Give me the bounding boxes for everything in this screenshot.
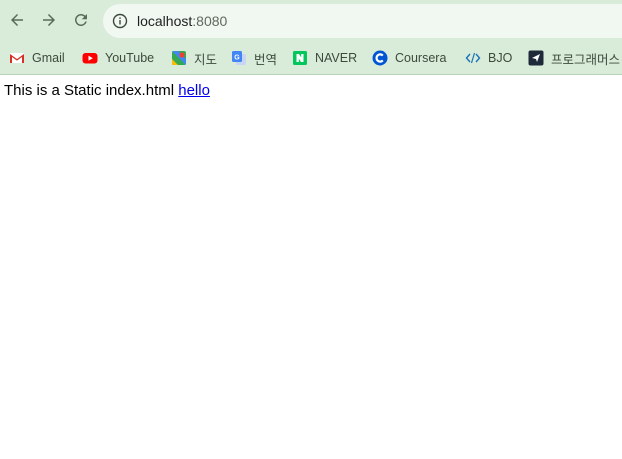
static-page-text: This is a Static index.html bbox=[4, 82, 175, 99]
bookmark-label: YouTube bbox=[105, 51, 155, 65]
programmers-icon bbox=[528, 50, 544, 66]
bookmark-naver[interactable]: NAVER bbox=[292, 49, 357, 67]
info-icon[interactable] bbox=[112, 13, 128, 29]
bookmark-coursera[interactable]: Coursera bbox=[372, 49, 446, 67]
address-bar[interactable]: localhost:8080 bbox=[103, 4, 622, 38]
bookmarks-bar: Gmail YouTube 지도 G 번역 NAVER Coursera BJO… bbox=[0, 46, 622, 70]
svg-text:G: G bbox=[234, 55, 240, 62]
naver-icon bbox=[293, 51, 307, 65]
coursera-icon bbox=[372, 50, 388, 66]
code-icon bbox=[465, 52, 481, 64]
url-host: localhost bbox=[137, 13, 193, 29]
url-port: :8080 bbox=[192, 13, 228, 29]
bookmark-gmail[interactable]: Gmail bbox=[9, 49, 65, 67]
bookmark-maps[interactable]: 지도 bbox=[171, 49, 217, 67]
back-button[interactable] bbox=[5, 8, 29, 32]
page-content: This is a Static index.html hello bbox=[0, 75, 622, 459]
bookmark-youtube[interactable]: YouTube bbox=[82, 49, 154, 67]
hello-link[interactable]: hello bbox=[178, 82, 210, 99]
bookmark-label: BJO bbox=[488, 51, 513, 65]
browser-toolbar: localhost:8080 bbox=[0, 0, 622, 40]
bookmark-translate[interactable]: G 번역 bbox=[231, 49, 277, 67]
page-text-line: This is a Static index.html hello bbox=[4, 82, 210, 99]
bookmark-label: Coursera bbox=[395, 51, 447, 65]
forward-arrow-icon bbox=[43, 14, 55, 26]
bookmark-programmers[interactable]: 프로그래머스 bbox=[528, 49, 620, 67]
bookmark-label: 지도 bbox=[194, 52, 218, 67]
bookmark-label: 프로그래머스 bbox=[551, 52, 621, 67]
translate-icon: G bbox=[232, 51, 246, 65]
gmail-icon bbox=[10, 53, 24, 63]
youtube-icon bbox=[82, 53, 98, 64]
forward-button[interactable] bbox=[37, 8, 61, 32]
back-arrow-icon bbox=[11, 14, 23, 26]
bookmark-label: 번역 bbox=[254, 52, 278, 67]
maps-icon bbox=[172, 51, 186, 65]
bookmark-label: Gmail bbox=[32, 51, 65, 65]
bookmark-label: NAVER bbox=[315, 51, 358, 65]
bookmark-bjo[interactable]: BJO bbox=[465, 49, 512, 67]
reload-button[interactable] bbox=[69, 8, 93, 32]
url-text[interactable]: localhost:8080 bbox=[137, 13, 227, 29]
reload-icon bbox=[74, 13, 87, 26]
browser-chrome: localhost:8080 Gmail YouTube 지도 G 번역 NAV… bbox=[0, 0, 622, 75]
